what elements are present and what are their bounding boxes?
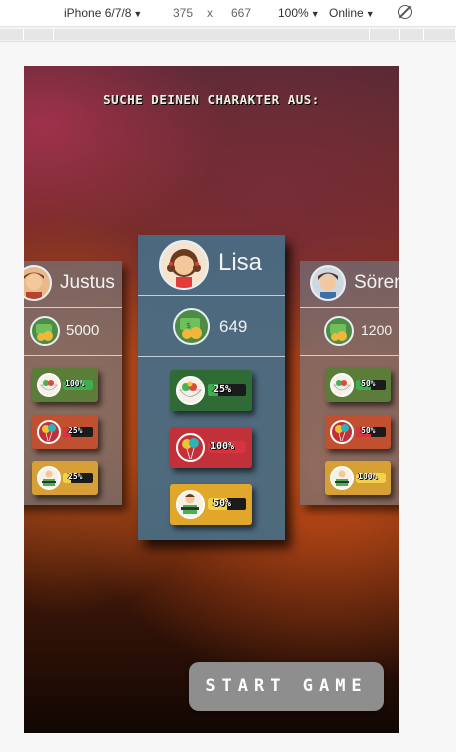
zoom-value: 100% xyxy=(278,6,309,20)
money-icon xyxy=(30,316,60,346)
media-query-segment[interactable] xyxy=(400,29,424,40)
stat-work: 100% xyxy=(325,461,391,495)
balloons-icon xyxy=(37,420,61,444)
start-game-button[interactable]: START GAME xyxy=(189,662,384,711)
zoom-select[interactable]: 100% ▼ xyxy=(278,6,320,20)
height-input[interactable]: 667 xyxy=(231,6,251,20)
media-query-segment[interactable] xyxy=(424,29,456,40)
character-card-lisa[interactable]: Lisa $ 649 25% 100% 50% xyxy=(138,235,285,540)
device-toolbar: iPhone 6/7/8 ▼ 375 x 667 100% ▼ Online ▼ xyxy=(0,0,456,27)
stat-percent: 50% xyxy=(213,498,232,509)
caret-down-icon: ▼ xyxy=(365,9,375,19)
stat-percent: 25% xyxy=(68,426,83,435)
stat-food: 100% xyxy=(32,368,98,402)
work-icon xyxy=(330,466,354,490)
stat-percent: 50% xyxy=(361,426,376,435)
width-input[interactable]: 375 xyxy=(173,6,193,20)
media-query-bar[interactable] xyxy=(0,27,456,42)
boy-avatar-icon xyxy=(24,265,52,301)
phone-viewport: SUCHE DEINEN CHARAKTER AUS: Justus 5000 … xyxy=(24,66,399,733)
rotate-icon[interactable] xyxy=(398,5,412,19)
character-name: Sören xyxy=(354,272,399,293)
salad-bowl-icon xyxy=(37,373,61,397)
stat-percent: 100% xyxy=(65,379,85,388)
card-divider xyxy=(138,356,285,357)
stat-work: 50% xyxy=(170,484,252,525)
stat-percent: 25% xyxy=(213,384,232,395)
card-divider xyxy=(300,355,399,356)
device-select[interactable]: iPhone 6/7/8 ▼ xyxy=(64,6,142,20)
dimension-separator: x xyxy=(207,6,213,20)
screen-title: SUCHE DEINEN CHARAKTER AUS: xyxy=(103,92,320,107)
device-name: iPhone 6/7/8 xyxy=(64,6,132,20)
caret-down-icon: ▼ xyxy=(133,9,143,19)
work-icon xyxy=(37,466,61,490)
card-divider xyxy=(300,307,399,308)
salad-bowl-icon xyxy=(330,373,354,397)
money-value: 649 xyxy=(219,317,248,336)
money-icon xyxy=(324,316,354,346)
stat-percent: 25% xyxy=(68,472,83,481)
card-divider xyxy=(24,355,122,356)
card-divider xyxy=(24,307,122,308)
media-query-segment[interactable] xyxy=(370,29,400,40)
boy-avatar-icon xyxy=(310,265,346,301)
character-card-soeren[interactable]: Sören 1200 50% 50% 100% xyxy=(300,261,399,505)
stat-food: 25% xyxy=(170,370,252,411)
money-value: 5000 xyxy=(66,322,100,339)
stat-food: 50% xyxy=(325,368,391,402)
stat-fun: 50% xyxy=(325,415,391,449)
girl-avatar-icon xyxy=(159,240,209,290)
svg-text:$: $ xyxy=(186,321,191,330)
caret-down-icon: ▼ xyxy=(310,9,320,19)
stat-fun: 25% xyxy=(32,415,98,449)
card-divider xyxy=(138,295,285,296)
money-value: 1200 xyxy=(361,322,393,338)
character-name: Lisa xyxy=(218,249,263,276)
media-query-segment[interactable] xyxy=(54,29,370,40)
media-query-segment[interactable] xyxy=(0,29,24,40)
stat-percent: 100% xyxy=(358,472,378,481)
stat-percent: 100% xyxy=(210,441,235,452)
network-throttle-select[interactable]: Online ▼ xyxy=(329,6,375,20)
media-query-segment[interactable] xyxy=(24,29,54,40)
balloons-icon xyxy=(176,433,205,462)
stat-percent: 50% xyxy=(361,379,376,388)
work-icon xyxy=(176,490,205,519)
money-icon: $ xyxy=(173,308,210,345)
network-value: Online xyxy=(329,6,364,20)
character-name: Justus xyxy=(60,272,115,293)
character-card-justus[interactable]: Justus 5000 100% 25% 25% xyxy=(24,261,122,505)
stat-fun: 100% xyxy=(170,427,252,468)
balloons-icon xyxy=(330,420,354,444)
stat-work: 25% xyxy=(32,461,98,495)
salad-bowl-icon xyxy=(176,376,205,405)
